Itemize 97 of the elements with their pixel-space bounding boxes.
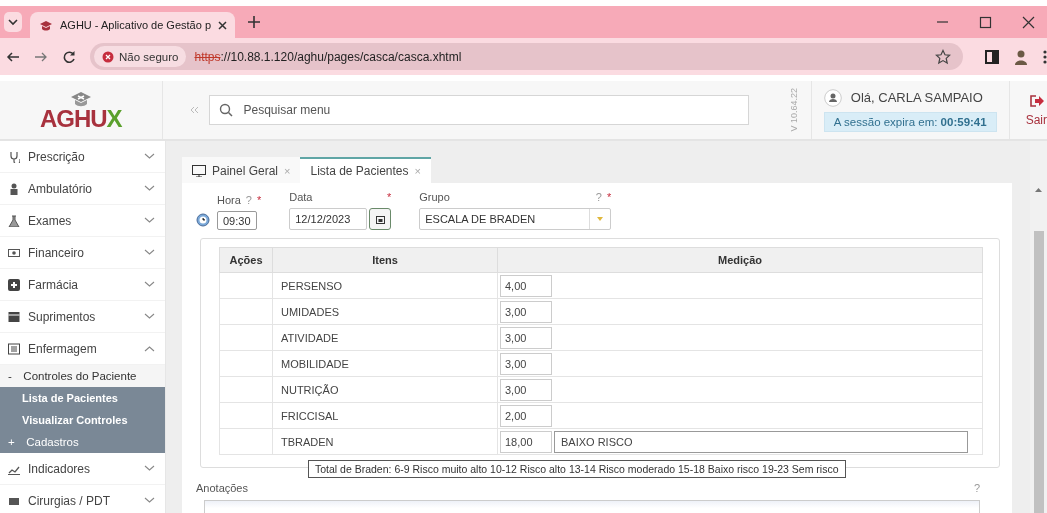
chevron-down-icon xyxy=(144,497,155,504)
security-chip[interactable]: Não seguro xyxy=(94,46,187,67)
value-field[interactable]: 3,00 xyxy=(500,378,552,401)
tab[interactable]: Painel Geral × xyxy=(182,157,301,183)
value-field[interactable]: 4,00 xyxy=(500,274,552,297)
value-field[interactable]: 18,00 xyxy=(500,430,552,453)
tooltip: Total de Braden: 6-9 Risco muito alto 10-12 Risco alto 13-14 Risco moderado 15-18 Baixo risco 19-23 Sem risco xyxy=(308,460,846,478)
warning-icon xyxy=(102,50,114,63)
table-cell xyxy=(219,402,273,429)
submenu-item[interactable]: - Controles do Paciente xyxy=(0,365,165,387)
table-cell: ATIVIDADE xyxy=(272,324,498,351)
chevron-down-icon xyxy=(144,217,155,224)
table-cell xyxy=(219,428,273,455)
search-field[interactable]: Pesquisar menu xyxy=(208,95,749,125)
chevron-down-icon xyxy=(144,281,155,288)
table-cell: PERSENSO xyxy=(272,272,498,299)
column-header: Itens xyxy=(272,247,498,273)
value-field[interactable]: 3,00 xyxy=(500,326,552,349)
address-bar[interactable]: Não seguro https://10.88.1.120/aghu/pages/casca/casca.xhtml xyxy=(90,43,963,70)
submenu-item[interactable]: Visualizar Controles xyxy=(0,409,165,431)
search-icon xyxy=(218,103,233,117)
reload-icon[interactable] xyxy=(62,49,76,64)
menu-item[interactable]: Suprimentos xyxy=(0,301,165,333)
menu-icon[interactable] xyxy=(1043,49,1047,64)
required-mark: * xyxy=(256,194,262,206)
table-cell: FRICCISAL xyxy=(272,402,498,429)
stethoscope-icon xyxy=(8,150,20,163)
menu-item[interactable]: Indicadores xyxy=(0,453,165,485)
table-cell: NUTRIÇÃO xyxy=(272,376,498,403)
field-label: Hora xyxy=(217,194,241,206)
chevron-down-icon xyxy=(144,153,155,160)
chevron-down-icon xyxy=(144,465,155,472)
logo-text: AGHUX xyxy=(39,107,122,131)
caret-icon xyxy=(596,216,605,222)
value-field[interactable]: 3,00 xyxy=(500,352,552,375)
group-select[interactable]: ESCALA DE BRADEN xyxy=(419,208,612,230)
submenu-item[interactable]: + Cadastros xyxy=(0,431,165,453)
field-label: Grupo xyxy=(419,191,450,203)
date-field[interactable]: 12/12/2023 xyxy=(289,208,368,230)
profile-icon[interactable] xyxy=(1013,48,1029,65)
table-cell: TBRADEN xyxy=(272,428,498,455)
value-field[interactable]: 3,00 xyxy=(500,300,552,323)
chevron-down-icon xyxy=(144,313,155,320)
menu-item[interactable]: Exames xyxy=(0,205,165,237)
menu-item[interactable]: Financeiro xyxy=(0,237,165,269)
maximize-icon[interactable] xyxy=(979,15,992,29)
scrollbar-thumb[interactable] xyxy=(1033,231,1044,513)
chevron-down-icon xyxy=(144,185,155,192)
scroll-up-icon[interactable] xyxy=(1034,187,1043,193)
star-icon[interactable] xyxy=(935,48,951,65)
calendar-button[interactable] xyxy=(369,208,392,230)
chevron-up-icon xyxy=(144,345,155,352)
menu-item[interactable]: Ambulatório xyxy=(0,173,165,205)
user-icon xyxy=(823,88,842,107)
value-field[interactable]: 2,00 xyxy=(500,404,552,427)
column-header: Ações xyxy=(219,247,273,273)
box-icon xyxy=(8,310,20,323)
menu-item[interactable]: Cirurgias / PDT xyxy=(0,485,165,513)
close-icon[interactable] xyxy=(217,19,228,31)
menu-item[interactable]: Prescrição xyxy=(0,141,165,173)
table-cell: MOBILIDADE xyxy=(272,350,498,377)
logout-button[interactable]: Sair xyxy=(1025,93,1047,127)
field-label: Data xyxy=(289,191,313,203)
menu-item[interactable]: Farmácia xyxy=(0,269,165,301)
chevron-down-icon xyxy=(144,249,155,256)
graduation-cap-icon xyxy=(38,18,54,32)
browser-tab[interactable]: AGHU - Aplicativo de Gestão p xyxy=(30,12,235,38)
close-icon[interactable] xyxy=(1022,15,1035,29)
column-header: Medição xyxy=(497,247,983,273)
plus-icon[interactable] xyxy=(247,15,261,29)
submenu-item[interactable]: Lista de Pacientes xyxy=(0,387,165,409)
back-arrow-icon[interactable] xyxy=(6,49,20,64)
logout-icon xyxy=(1027,93,1045,109)
version-label: V 10.64.22 xyxy=(788,88,799,132)
field-label: Anotações xyxy=(196,482,248,494)
monitor-icon xyxy=(192,165,206,177)
url-text[interactable]: https://10.88.1.120/aghu/pages/casca/casca.xhtml xyxy=(194,49,927,64)
note-field[interactable]: BAIXO RISCO xyxy=(554,430,968,453)
side-panel-icon[interactable] xyxy=(985,49,999,64)
banknote-icon xyxy=(8,246,20,259)
table-cell xyxy=(219,298,273,325)
clock-icon xyxy=(196,213,210,227)
tab[interactable]: Lista de Pacientes × xyxy=(300,157,431,183)
greeting-text: Olá, CARLA SAMPAIO xyxy=(850,90,983,105)
session-badge: A sessão expira em: 00:59:41 xyxy=(823,111,997,132)
required-mark: * xyxy=(386,191,392,203)
table-cell xyxy=(219,376,273,403)
table-cell: UMIDADES xyxy=(272,298,498,325)
time-field[interactable]: 09:30 xyxy=(217,211,257,230)
table-cell xyxy=(219,350,273,377)
flask-icon xyxy=(8,214,20,227)
table-cell xyxy=(219,324,273,351)
table-cell xyxy=(219,272,273,299)
caret-icon[interactable] xyxy=(4,12,22,32)
medical-cross-icon xyxy=(8,278,20,291)
person-icon xyxy=(8,182,20,195)
required-mark: * xyxy=(606,191,612,203)
